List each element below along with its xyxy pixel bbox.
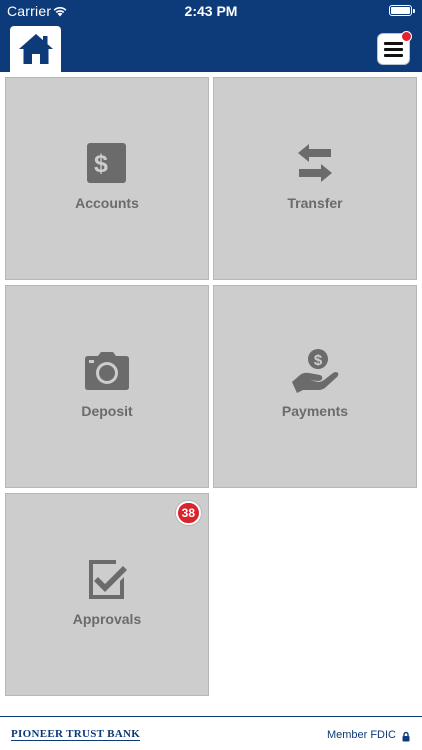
approvals-count-badge: 38 (175, 501, 201, 525)
member-fdic-label: Member FDIC (326, 729, 396, 741)
bank-logo-text: PIONEER TRUST BANK (11, 728, 141, 741)
tile-label: Payments (281, 403, 349, 419)
home-icon (18, 34, 53, 64)
tile-label: Approvals (72, 611, 142, 627)
menu-button[interactable] (377, 31, 412, 65)
tile-approvals[interactable]: 38 Approvals (5, 493, 209, 696)
camera-icon (6, 346, 208, 396)
hamburger-menu-icon (384, 41, 403, 57)
status-time: 2:43 PM (184, 3, 238, 19)
dollar-bills-icon: $ (6, 138, 208, 188)
tile-label: Deposit (81, 403, 133, 419)
svg-text:$: $ (94, 150, 108, 178)
tile-label: Transfer (287, 195, 343, 211)
svg-text:$: $ (314, 352, 323, 369)
tile-label: Accounts (75, 195, 139, 211)
tile-payments[interactable]: $ Payments (213, 285, 417, 488)
notification-dot (401, 31, 412, 42)
battery-icon (389, 5, 415, 16)
home-button[interactable] (10, 26, 61, 72)
hand-coin-icon: $ (214, 346, 416, 396)
app-header: Carrier 2:43 PM (0, 0, 422, 72)
footer: PIONEER TRUST BANK Member FDIC (0, 716, 422, 750)
lock-icon (402, 729, 410, 747)
transfer-arrows-icon (214, 138, 416, 188)
tile-accounts[interactable]: $ Accounts (5, 77, 209, 280)
tile-transfer[interactable]: Transfer (213, 77, 417, 280)
tile-deposit[interactable]: Deposit (5, 285, 209, 488)
checkbox-icon (6, 554, 208, 604)
status-bar: Carrier 2:43 PM (0, 0, 422, 22)
